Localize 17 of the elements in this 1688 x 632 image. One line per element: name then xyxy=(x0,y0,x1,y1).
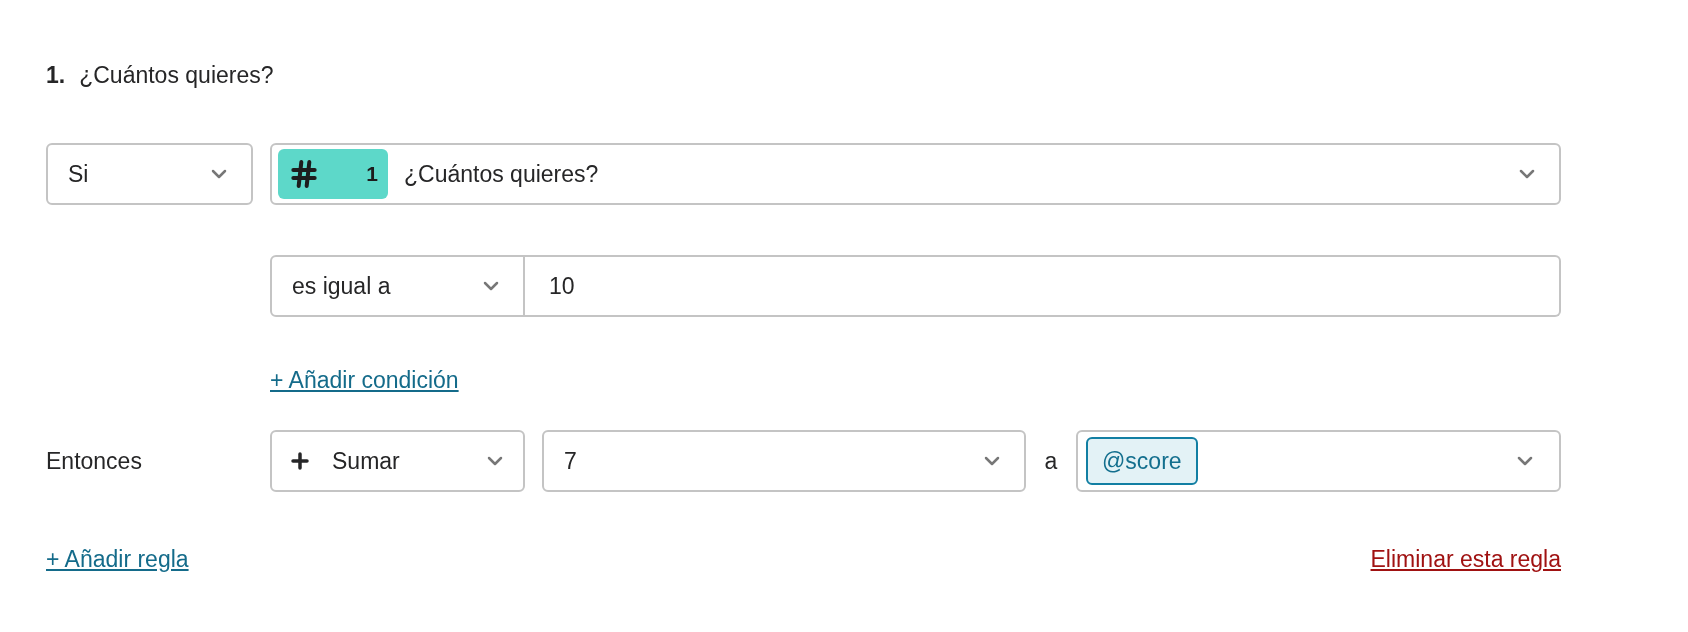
then-label: Entonces xyxy=(46,446,143,476)
variable-select[interactable]: @score xyxy=(1076,430,1561,492)
variable-tag: @score xyxy=(1086,437,1198,485)
operator-select[interactable]: es igual a xyxy=(270,255,525,317)
plus-icon xyxy=(288,449,312,473)
operation-select[interactable]: Sumar xyxy=(270,430,525,492)
preposition-label: a xyxy=(1043,446,1059,476)
question-title: ¿Cuántos quieres? xyxy=(79,60,274,90)
connector-select[interactable]: Si xyxy=(46,143,253,205)
question-select[interactable]: 1 ¿Cuántos quieres? xyxy=(270,143,1561,205)
question-number: 1. xyxy=(46,60,66,90)
number-question-badge: 1 xyxy=(278,149,388,199)
add-condition-link[interactable]: + Añadir condición xyxy=(270,362,459,398)
amount-select[interactable]: 7 xyxy=(542,430,1026,492)
delete-rule-link[interactable]: Eliminar esta regla xyxy=(1370,541,1561,577)
add-rule-link[interactable]: + Añadir regla xyxy=(46,541,189,577)
value-input-field[interactable]: 10 xyxy=(525,255,1561,317)
